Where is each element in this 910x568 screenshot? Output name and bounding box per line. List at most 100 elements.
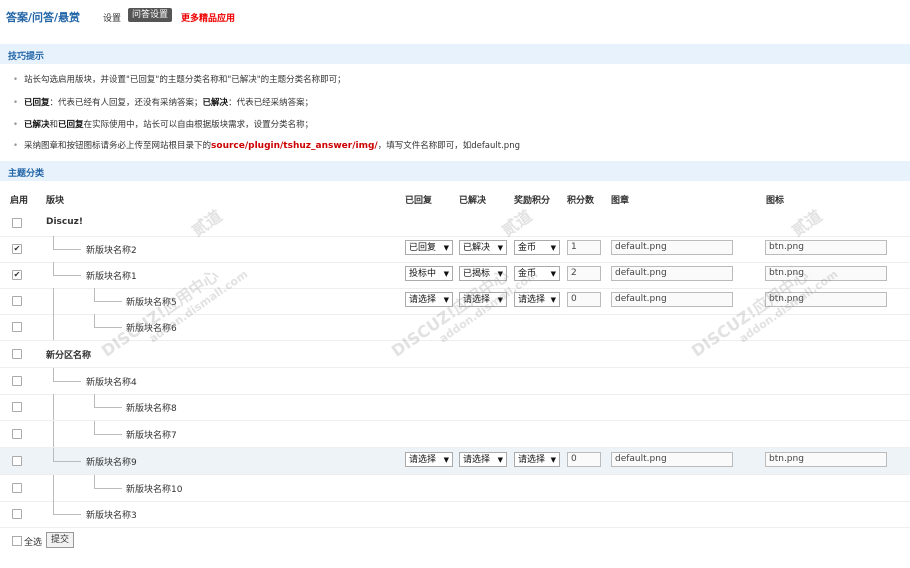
row-enable-checkbox[interactable] [12,456,22,466]
icon-input[interactable]: btn.png [765,266,887,281]
categories-section-header: 主题分类 [0,161,910,181]
tree-line [53,421,54,447]
table-row: ✔ 新版块名称1 投标中 ▼ 已揭标 ▼ 金币 ▼ 2 default.png btn… [0,262,910,289]
icon-input[interactable]: btn.png [765,240,887,255]
chevron-down-icon: ▼ [443,456,449,464]
nav-settings-link[interactable]: 设置 [103,11,121,24]
top-bar: 答案/问答/悬赏 设置 问答设置 更多精品应用 [0,0,910,32]
solved-select[interactable]: 已揭标 ▼ [459,266,507,281]
table-row: 新版块名称8 [0,394,910,421]
row-enable-checkbox[interactable] [12,376,22,386]
reward-select[interactable]: 金币 ▼ [514,240,560,255]
tips-heading: 技巧提示 [8,52,45,62]
row-enable-checkbox[interactable] [12,483,22,493]
table-row: 新版块名称5 请选择 ▼ 请选择 ▼ 请选择 ▼ 0 default.png btn.… [0,288,910,315]
icon-input[interactable]: btn.png [765,452,887,467]
replied-select[interactable]: 请选择 ▼ [405,452,453,467]
chevron-down-icon: ▼ [497,244,503,252]
forum-name: 新版块名称10 [126,485,183,495]
tree-line [53,249,81,250]
table-row: 新版块名称9 请选择 ▼ 请选择 ▼ 请选择 ▼ 0 default.png btn.… [0,448,910,475]
row-enable-checkbox[interactable] [12,402,22,412]
stamp-input[interactable]: default.png [611,292,733,307]
tree-line [53,262,54,275]
tree-line [94,314,95,327]
tree-line [94,488,122,489]
forum-name: 新版块名称4 [86,378,137,388]
table-row: 新版块名称6 [0,314,910,341]
chevron-down-icon: ▼ [443,244,449,252]
solved-select[interactable]: 请选择 ▼ [459,292,507,307]
row-enable-checkbox[interactable] [12,429,22,439]
stamp-input[interactable]: default.png [611,240,733,255]
forum-name: 新版块名称8 [126,404,177,414]
reward-select[interactable]: 请选择 ▼ [514,292,560,307]
replied-select[interactable]: 投标中 ▼ [405,266,453,281]
tree-line [53,275,81,276]
forum-name: 新版块名称2 [86,246,137,256]
tree-line [94,421,95,434]
forum-name: 新版块名称5 [126,298,177,308]
select-all-checkbox[interactable] [12,536,22,546]
row-enable-checkbox[interactable] [12,349,22,359]
table-row: 新版块名称7 [0,421,910,448]
chevron-down-icon: ▼ [550,244,556,252]
tree-line [94,434,122,435]
tip-line-4: • 采纳图章和按钮图标请务必上传至网站根目录下的source/plugin/tsh… [13,141,520,151]
chevron-down-icon: ▼ [497,296,503,304]
chevron-down-icon: ▼ [497,456,503,464]
col-icon: 图标 [766,196,785,206]
tree-line [53,394,54,420]
replied-select[interactable]: 请选择 ▼ [405,292,453,307]
tree-line [94,475,95,488]
tips-section-header: 技巧提示 [0,44,910,64]
tree-line [53,236,54,249]
points-input[interactable]: 2 [567,266,601,281]
row-enable-checkbox[interactable] [12,218,22,228]
row-enable-checkbox[interactable] [12,322,22,332]
icon-input[interactable]: btn.png [765,292,887,307]
tree-line [53,448,54,461]
col-solved: 已解决 [459,196,487,206]
bullet-icon: • [13,98,19,108]
reward-select[interactable]: 请选择 ▼ [514,452,560,467]
chevron-down-icon: ▼ [550,296,556,304]
solved-select[interactable]: 已解决 ▼ [459,240,507,255]
nav-more-apps-link[interactable]: 更多精品应用 [181,11,235,24]
reward-select[interactable]: 金币 ▼ [514,266,560,281]
tree-line [94,394,95,407]
points-input[interactable]: 1 [567,240,601,255]
tip-line-2: • 已回复：代表已经有人回复，还没有采纳答案；已解决：代表已经采纳答案； [13,98,314,108]
chevron-down-icon: ▼ [443,296,449,304]
table-row: 新分区名称 [0,341,910,368]
forum-name: Discuz! [46,217,83,227]
chevron-down-icon: ▼ [443,270,449,278]
col-stamp: 图章 [611,196,630,206]
tree-line [94,288,95,301]
bullet-icon: • [13,120,19,130]
tree-line [53,368,54,381]
replied-select[interactable]: 已回复 ▼ [405,240,453,255]
table-row: ✔ 新版块名称2 已回复 ▼ 已解决 ▼ 金币 ▼ 1 default.png btn… [0,236,910,263]
table-row: 新版块名称10 [0,475,910,502]
select-all-label: 全选 [24,538,43,548]
submit-button[interactable]: 提交 [46,532,75,548]
tree-line [53,381,81,382]
col-forum: 版块 [46,196,65,206]
row-enable-checkbox[interactable] [12,296,22,306]
points-input[interactable]: 0 [567,452,601,467]
stamp-input[interactable]: default.png [611,266,733,281]
tip-line-1: • 站长勾选启用版块，并设置"已回复"的主题分类名称和"已解决"的主题分类名称即可… [13,75,346,85]
nav-qa-settings-tab[interactable]: 问答设置 [128,8,173,22]
row-enable-checkbox[interactable]: ✔ [12,244,22,254]
tree-line [53,501,54,514]
categories-heading: 主题分类 [8,169,45,179]
solved-select[interactable]: 请选择 ▼ [459,452,507,467]
stamp-input[interactable]: default.png [611,452,733,467]
row-enable-checkbox[interactable]: ✔ [12,270,22,280]
col-enable: 启用 [10,196,29,206]
row-enable-checkbox[interactable] [12,509,22,519]
bullet-icon: • [13,141,19,151]
chevron-down-icon: ▼ [550,456,556,464]
points-input[interactable]: 0 [567,292,601,307]
